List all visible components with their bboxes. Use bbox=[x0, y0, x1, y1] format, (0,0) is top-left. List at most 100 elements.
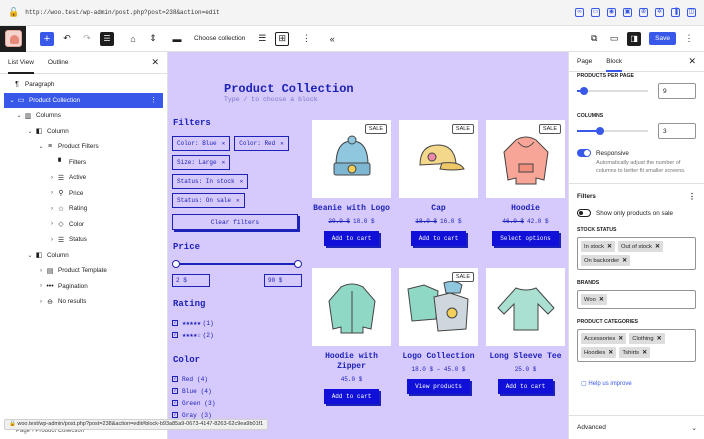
block-type-icon[interactable]: ⌂ bbox=[126, 32, 140, 46]
product-image[interactable]: SALE bbox=[486, 120, 565, 198]
chevron-right-icon[interactable]: › bbox=[48, 237, 56, 243]
categories-field[interactable]: Accessories ✕ Clothing ✕ Hoodies ✕ Tshirts ✕ bbox=[577, 329, 696, 362]
token[interactable]: On backorder ✕ bbox=[581, 255, 631, 266]
close-icon[interactable]: ✕ bbox=[642, 350, 647, 356]
advanced-section[interactable]: Advanced ⌄ bbox=[569, 415, 704, 439]
brands-field[interactable]: Woo ✕ bbox=[577, 290, 696, 309]
site-logo[interactable] bbox=[0, 25, 26, 52]
add-to-cart-button[interactable]: Add to cart bbox=[323, 231, 380, 246]
close-icon[interactable]: ✕ bbox=[599, 297, 604, 303]
filter-settings-icon[interactable]: ☰ bbox=[255, 32, 269, 46]
token[interactable]: Tshirts ✕ bbox=[619, 347, 651, 358]
more-options-icon[interactable]: ⋮ bbox=[150, 96, 157, 104]
product-name[interactable]: Cap bbox=[431, 204, 445, 214]
token[interactable]: Accessories ✕ bbox=[581, 333, 627, 344]
tab-page[interactable]: Page bbox=[577, 52, 592, 72]
color-option[interactable]: ✓ Red (4) bbox=[172, 373, 302, 385]
chevron-right-icon[interactable]: › bbox=[37, 268, 45, 274]
close-icon[interactable]: ✕ bbox=[240, 178, 244, 185]
price-min-handle[interactable] bbox=[172, 260, 180, 268]
tab-outline[interactable]: Outline bbox=[48, 52, 69, 74]
active-filter-chip[interactable]: Size: Large ✕ bbox=[172, 155, 231, 170]
block-placeholder[interactable]: Type / to choose a block bbox=[224, 96, 318, 103]
checkbox[interactable]: ✓ bbox=[172, 376, 178, 382]
stock-status-field[interactable]: In stock ✕ Out of stock ✕ On backorder ✕ bbox=[577, 237, 696, 270]
grid-view-icon[interactable]: ⊞ bbox=[275, 31, 290, 46]
chevron-down-icon[interactable]: ⌄ bbox=[26, 252, 34, 259]
block-options-icon[interactable]: ⋮ bbox=[299, 32, 313, 46]
chevron-right-icon[interactable]: › bbox=[37, 283, 45, 289]
range-track[interactable] bbox=[577, 127, 648, 135]
close-icon[interactable]: ✕ bbox=[222, 140, 226, 147]
product-name[interactable]: Long Sleeve Tee bbox=[489, 352, 561, 362]
chevron-right-icon[interactable]: › bbox=[48, 190, 56, 196]
list-item[interactable]: ⌄ ≡ Product Filters bbox=[0, 139, 167, 155]
product-name[interactable]: Logo Collection bbox=[402, 352, 474, 362]
product-image[interactable]: SALE bbox=[399, 120, 478, 198]
close-icon[interactable]: ✕ bbox=[236, 197, 240, 204]
chevron-down-icon[interactable]: ⌄ bbox=[37, 143, 45, 150]
token[interactable]: Woo ✕ bbox=[581, 294, 607, 305]
close-icon[interactable]: ✕ bbox=[618, 336, 623, 342]
section-options-icon[interactable]: ⋮ bbox=[688, 192, 696, 201]
products-per-page-input[interactable]: 9 bbox=[658, 83, 696, 99]
token[interactable]: In stock ✕ bbox=[581, 241, 616, 252]
responsive-toggle[interactable] bbox=[577, 149, 591, 157]
document-overview-button[interactable]: ☰ bbox=[100, 31, 114, 46]
choose-collection-button[interactable]: Choose collection bbox=[194, 32, 245, 46]
close-icon[interactable]: ✕ bbox=[657, 336, 662, 342]
close-icon[interactable]: ✕ bbox=[622, 258, 627, 264]
view-external-icon[interactable]: ⧉ bbox=[587, 32, 601, 46]
active-filter-chip[interactable]: Status: On sale ✕ bbox=[172, 193, 245, 208]
close-icon[interactable]: ✕ bbox=[222, 159, 226, 166]
close-icon[interactable]: ✕ bbox=[655, 244, 660, 250]
list-item[interactable]: › ☆ Rating bbox=[0, 201, 167, 217]
price-slider[interactable] bbox=[172, 260, 302, 268]
token[interactable]: Out of stock ✕ bbox=[618, 241, 663, 252]
globe-icon[interactable]: ⊕ bbox=[639, 8, 648, 17]
chevron-down-icon[interactable]: ⌄ bbox=[15, 112, 23, 119]
redo-button[interactable]: ↷ bbox=[80, 32, 94, 46]
list-item[interactable]: › ◇ Color bbox=[0, 217, 167, 233]
add-to-cart-button[interactable]: Add to cart bbox=[497, 379, 554, 394]
product-name[interactable]: Beanie with Logo bbox=[313, 204, 390, 214]
add-to-cart-button[interactable]: Add to cart bbox=[323, 389, 380, 404]
window-icon[interactable]: ▣ bbox=[623, 8, 632, 17]
block-inserter-button[interactable]: + bbox=[40, 31, 54, 46]
active-filter-chip[interactable]: Color: Blue ✕ bbox=[172, 136, 231, 151]
list-item[interactable]: › ⊖ No results bbox=[0, 294, 167, 310]
settings-sidebar-icon[interactable]: ◨ bbox=[627, 31, 642, 46]
list-item[interactable]: ¶ Paragraph bbox=[0, 77, 167, 93]
camera-icon[interactable]: ◉ bbox=[607, 8, 616, 17]
add-to-cart-button[interactable]: Add to cart bbox=[410, 231, 467, 246]
price-min-input[interactable]: 2 $ bbox=[172, 274, 210, 287]
checkbox[interactable]: ✓ bbox=[172, 400, 178, 406]
chevron-down-icon[interactable]: ⌄ bbox=[26, 128, 34, 135]
rating-option[interactable]: ✓ ★★★★★ (1) bbox=[172, 317, 302, 329]
checkbox[interactable]: ✓ bbox=[172, 412, 178, 418]
sidebar-icon[interactable]: ▐ bbox=[671, 8, 680, 17]
active-filter-chip[interactable]: Color: Red ✕ bbox=[234, 136, 289, 151]
checkbox[interactable]: ✓ bbox=[172, 332, 178, 338]
chevron-right-icon[interactable]: › bbox=[48, 221, 56, 227]
on-sale-toggle[interactable] bbox=[577, 209, 591, 217]
active-filter-chip[interactable]: Status: In stock ✕ bbox=[172, 174, 249, 189]
color-option[interactable]: ✓ Green (3) bbox=[172, 397, 302, 409]
products-per-page-control[interactable]: 9 bbox=[577, 83, 696, 99]
move-updown-icon[interactable]: ⇕ bbox=[146, 32, 160, 46]
product-image[interactable] bbox=[312, 268, 391, 346]
settings-icon[interactable]: ✲ bbox=[655, 8, 664, 17]
options-menu-icon[interactable]: ⋮ bbox=[682, 32, 696, 46]
product-name[interactable]: Hoodie with Zipper bbox=[312, 352, 391, 372]
range-handle[interactable] bbox=[580, 87, 589, 95]
chevron-right-icon[interactable]: › bbox=[48, 206, 56, 212]
price-max-handle[interactable] bbox=[294, 260, 302, 268]
clear-filters-button[interactable]: Clear filters bbox=[172, 214, 298, 230]
product-image[interactable]: SALE bbox=[399, 268, 478, 346]
columns-control[interactable]: 3 bbox=[577, 123, 696, 139]
product-image[interactable]: SALE bbox=[312, 120, 391, 198]
align-icon[interactable]: ▬ bbox=[170, 32, 184, 46]
list-item[interactable]: › ☰ Active bbox=[0, 170, 167, 186]
undo-button[interactable]: ↶ bbox=[60, 32, 74, 46]
close-icon[interactable]: ✕ bbox=[151, 57, 159, 68]
